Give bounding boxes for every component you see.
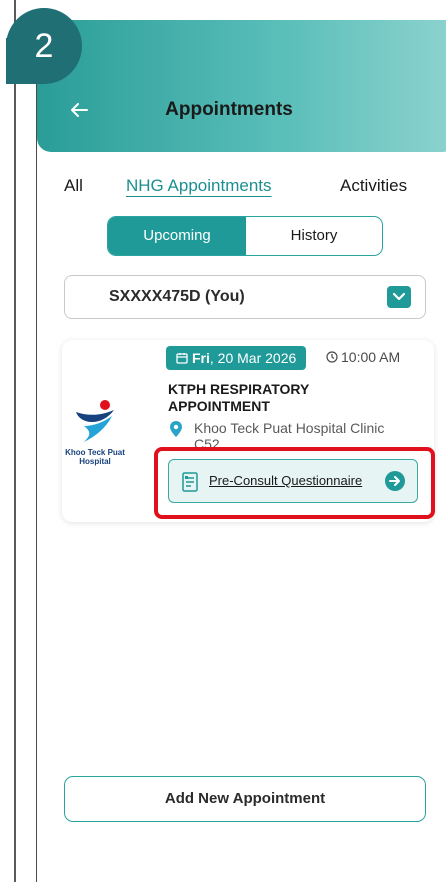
appointment-tabs: All NHG Appointments Activities (0, 176, 446, 206)
date-text: , 20 Mar 2026 (209, 350, 297, 366)
date-badge: Fri, 20 Mar 2026 (166, 346, 307, 370)
upcoming-history-toggle: Upcoming History (107, 216, 383, 256)
logo-text: Khoo Teck Puat Hospital (65, 448, 125, 466)
hospital-logo: Khoo Teck Puat Hospital (64, 398, 126, 478)
clock-icon (326, 351, 338, 363)
location-text: Khoo Teck Puat Hospital Clinic C52 (194, 420, 385, 448)
patient-selected-value: SXXXX475D (You) (109, 288, 245, 305)
time-text: 10:00 AM (341, 349, 401, 365)
page-title: Appointments (165, 99, 293, 120)
appointment-time: 10:00 AM (326, 349, 400, 365)
tab-all[interactable]: All (64, 176, 83, 196)
chevron-down-icon (392, 292, 406, 301)
add-new-appointment-button[interactable]: Add New Appointment (64, 776, 426, 822)
highlight-box (154, 447, 435, 519)
tab-nhg-appointments[interactable]: NHG Appointments (126, 176, 272, 196)
history-segment[interactable]: History (246, 217, 382, 255)
upcoming-segment[interactable]: Upcoming (108, 217, 246, 255)
appointment-title: KTPH RESPIRATORY APPOINTMENT (168, 381, 310, 414)
date-day: Fri (192, 350, 210, 366)
dropdown-button[interactable] (387, 286, 411, 308)
appointment-location: Khoo Teck Puat Hospital Clinic C52 (168, 420, 398, 448)
location-pin-icon (170, 421, 182, 437)
patient-select[interactable]: SXXXX475D (You) (64, 275, 426, 319)
step-badge: 2 (6, 8, 82, 84)
tab-activities[interactable]: Activities (340, 176, 407, 196)
calendar-icon (176, 353, 188, 364)
app-header: Appointments (37, 20, 446, 152)
ktph-logo-icon (76, 400, 114, 442)
left-border (14, 0, 16, 882)
